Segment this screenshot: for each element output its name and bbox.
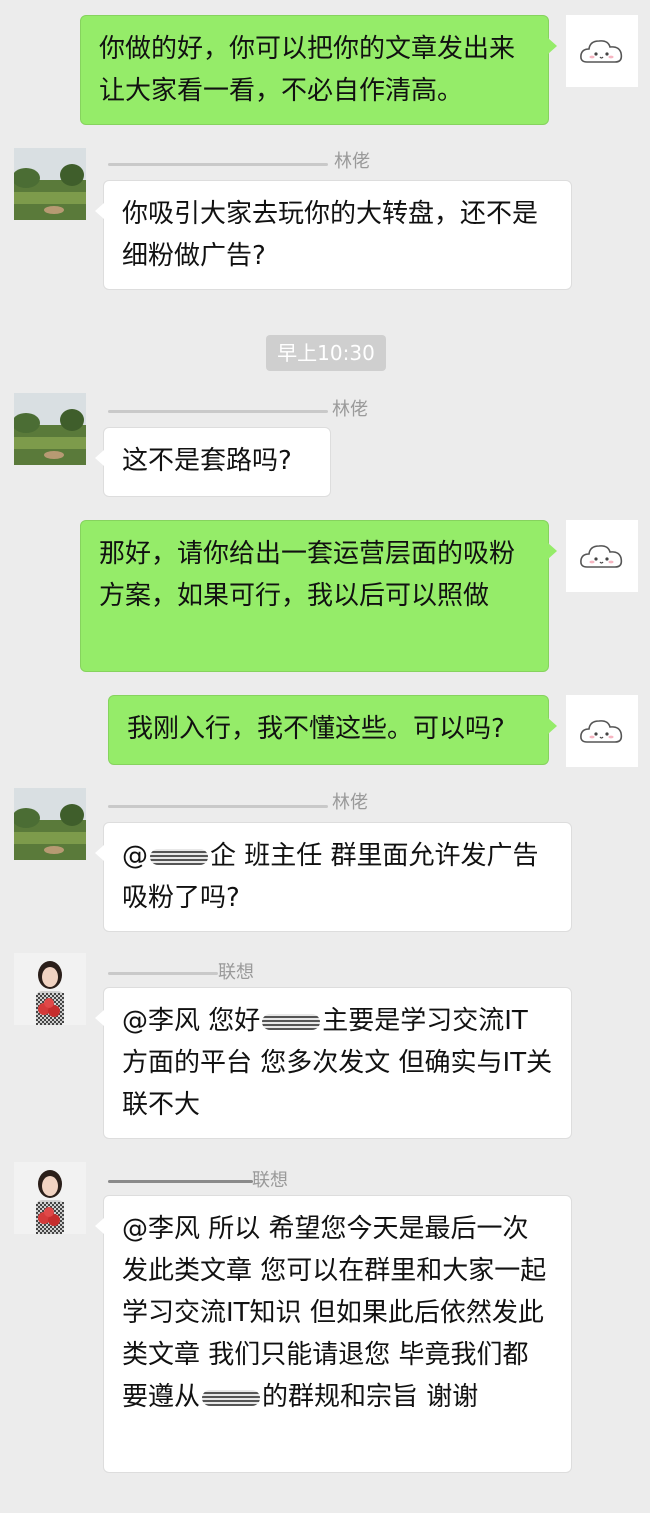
woman-avatar-image bbox=[14, 953, 86, 1025]
self-avatar[interactable] bbox=[566, 695, 638, 767]
self-avatar[interactable] bbox=[566, 15, 638, 87]
blurred-name bbox=[108, 1180, 253, 1183]
message-text: 的群规和宗旨 谢谢 bbox=[262, 1382, 479, 1412]
landscape-avatar-image bbox=[14, 393, 86, 465]
contact-avatar[interactable] bbox=[14, 148, 86, 220]
blurred-name bbox=[108, 163, 328, 166]
blurred-name bbox=[108, 805, 328, 808]
timestamp-divider: 早上10:30 bbox=[266, 335, 386, 371]
cloud-face-icon bbox=[580, 40, 623, 63]
redacted-name bbox=[150, 848, 208, 865]
cloud-face-icon bbox=[580, 720, 623, 743]
incoming-message-bubble[interactable]: 你吸引大家去玩你的大转盘，还不是细粉做广告? bbox=[95, 180, 572, 290]
outgoing-message-bubble[interactable]: 我刚入行，我不懂这些。可以吗? bbox=[108, 695, 557, 765]
landscape-avatar-image bbox=[14, 148, 86, 220]
mention-tail: 企 bbox=[210, 841, 237, 871]
blurred-name bbox=[108, 972, 218, 975]
self-avatar[interactable] bbox=[566, 520, 638, 592]
incoming-message-bubble[interactable]: @ 企 班主任 群里面允许发广告吸粉了吗? bbox=[95, 822, 572, 932]
message-text: 你吸引大家去玩你的大转盘，还不是细粉做广告? bbox=[122, 199, 539, 271]
contact-avatar[interactable] bbox=[14, 788, 86, 860]
contact-avatar[interactable] bbox=[14, 1162, 86, 1234]
redacted-name bbox=[262, 1013, 321, 1030]
mention-prefix: @ bbox=[122, 841, 148, 871]
outgoing-message-bubble[interactable]: 你做的好，你可以把你的文章发出来让大家看一看，不必自作清高。 bbox=[80, 15, 557, 125]
sender-name: 林佬 bbox=[332, 792, 368, 813]
blurred-name bbox=[108, 410, 328, 413]
sender-name: 林佬 bbox=[332, 399, 368, 420]
woman-avatar-image bbox=[14, 1162, 86, 1234]
redacted-name bbox=[202, 1389, 261, 1406]
sender-name: 联想 bbox=[218, 962, 254, 983]
cloud-face-icon bbox=[580, 545, 623, 568]
contact-avatar[interactable] bbox=[14, 393, 86, 465]
sender-name: 林佬 bbox=[334, 151, 370, 172]
message-text: 那好，请你给出一套运营层面的吸粉方案，如果可行，我以后可以照做 bbox=[99, 539, 516, 611]
message-text: 我刚入行，我不懂这些。可以吗? bbox=[127, 714, 505, 744]
contact-avatar[interactable] bbox=[14, 953, 86, 1025]
incoming-message-bubble[interactable]: @李风 您好 主要是学习交流IT方面的平台 您多次发文 但确实与IT关联不大 bbox=[95, 987, 572, 1139]
incoming-message-bubble[interactable]: @李风 所以 希望您今天是最后一次发此类文章 您可以在群里和大家一起学习交流IT… bbox=[95, 1195, 572, 1473]
incoming-message-bubble[interactable]: 这不是套路吗? bbox=[95, 427, 331, 497]
sender-name: 联想 bbox=[252, 1170, 288, 1191]
landscape-avatar-image bbox=[14, 788, 86, 860]
message-text: 这不是套路吗? bbox=[122, 446, 292, 476]
outgoing-message-bubble[interactable]: 那好，请你给出一套运营层面的吸粉方案，如果可行，我以后可以照做 bbox=[80, 520, 557, 672]
message-text: @李风 您好 bbox=[122, 1006, 261, 1036]
message-text: 你做的好，你可以把你的文章发出来让大家看一看，不必自作清高。 bbox=[99, 34, 516, 106]
